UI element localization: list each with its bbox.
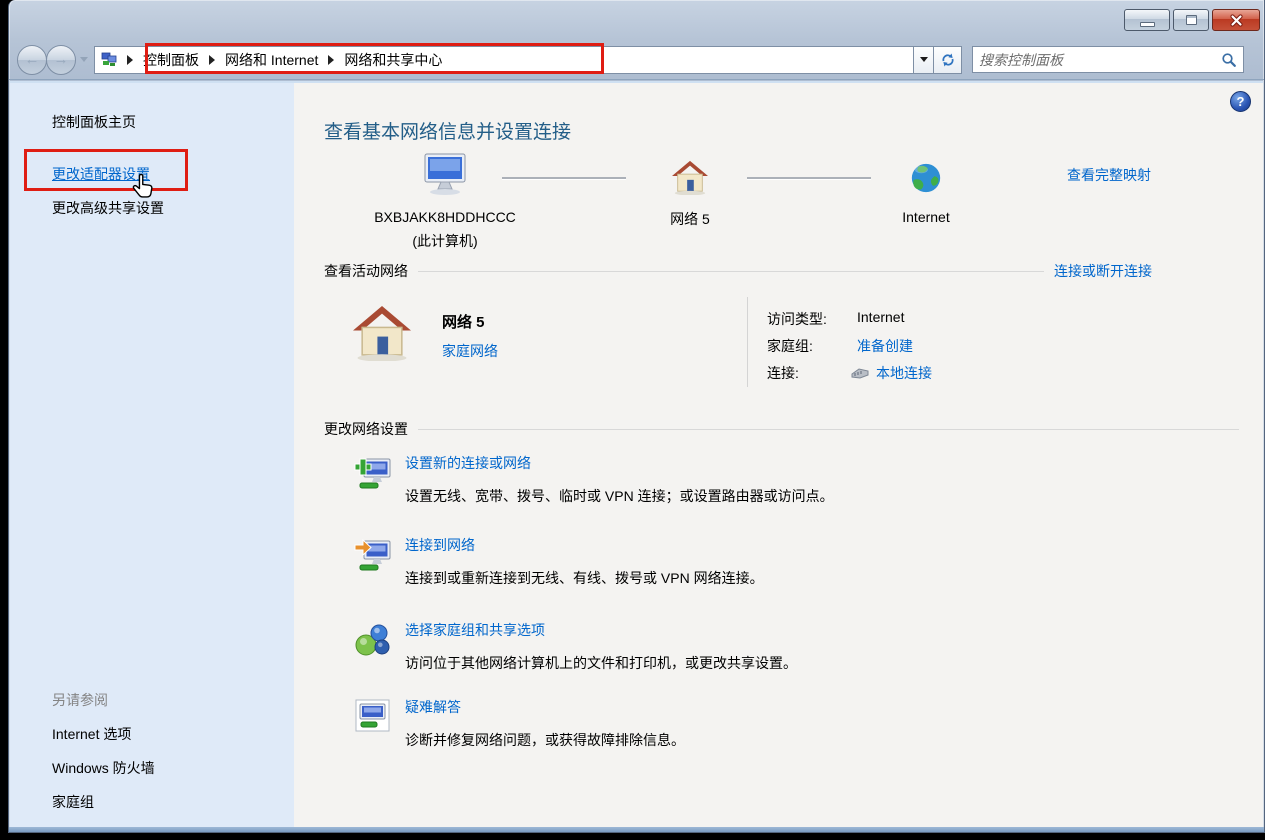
breadcrumb-separator-icon (127, 55, 133, 65)
troubleshoot-link[interactable]: 疑难解答 (405, 699, 461, 715)
recent-pages-chevron-icon[interactable] (80, 57, 88, 62)
task-connect-to-network[interactable]: 连接到网络 连接到或重新连接到无线、有线、拨号或 VPN 网络连接。 (354, 535, 764, 588)
task-troubleshoot[interactable]: 疑难解答 诊断并修复网络问题，或获得故障排除信息。 (354, 697, 685, 750)
connect-to-network-link[interactable]: 连接到网络 (405, 537, 475, 553)
question-mark-icon: ? (1237, 94, 1245, 109)
map-network-label: 网络 5 (640, 209, 740, 229)
address-dropdown-button[interactable] (914, 46, 934, 74)
homegroup-icon (354, 620, 392, 658)
forward-button[interactable]: → (46, 45, 76, 75)
access-type-value: Internet (857, 309, 904, 325)
section-divider (418, 271, 1044, 272)
homegroup-ready-link[interactable]: 准备创建 (857, 336, 913, 356)
setup-new-connection-desc: 设置无线、宽带、拨号、临时或 VPN 连接；或设置路由器或访问点。 (405, 486, 834, 506)
computer-icon (421, 152, 469, 196)
troubleshoot-desc: 诊断并修复网络问题，或获得故障排除信息。 (405, 730, 685, 750)
network-sharing-center-icon (101, 52, 117, 68)
map-internet-node[interactable] (909, 161, 943, 198)
map-internet-label: Internet (876, 209, 976, 225)
local-area-connection-link[interactable]: 本地连接 (876, 363, 932, 383)
breadcrumb-separator-icon (328, 55, 334, 65)
active-network-name: 网络 5 (442, 311, 485, 332)
troubleshoot-icon (354, 697, 392, 735)
main-content: ? 查看基本网络信息并设置连接 BXBJAKK8HDDHCCC (此计算机) (294, 83, 1263, 827)
explorer-window: ← → 控制面板 网络和 Internet 网络和共享中心 (8, 0, 1265, 833)
minimize-icon (1140, 22, 1155, 27)
connect-disconnect-link[interactable]: 连接或断开连接 (1054, 261, 1152, 281)
map-connector-line (502, 177, 626, 179)
search-box[interactable] (972, 46, 1244, 73)
help-button[interactable]: ? (1230, 91, 1251, 112)
house-icon (351, 303, 413, 361)
setup-new-connection-link[interactable]: 设置新的连接或网络 (405, 455, 531, 471)
active-network-divider (747, 297, 748, 387)
map-computer-name: BXBJAKK8HDDHCCC (352, 209, 538, 225)
navigation-bar: ← → 控制面板 网络和 Internet 网络和共享中心 (9, 40, 1264, 80)
breadcrumb-network-sharing-center[interactable]: 网络和共享中心 (344, 50, 442, 70)
sidebar-item-control-panel-home[interactable]: 控制面板主页 (52, 112, 136, 132)
active-networks-header: 查看活动网络 (324, 261, 408, 281)
back-button[interactable]: ← (17, 45, 47, 75)
view-full-map-link[interactable]: 查看完整映射 (1067, 165, 1151, 185)
title-bar[interactable] (9, 0, 1264, 40)
sidebar-item-homegroup[interactable]: 家庭组 (52, 792, 94, 812)
page-title: 查看基本网络信息并设置连接 (324, 117, 571, 144)
sidebar-item-change-adapter-settings[interactable]: 更改适配器设置 (52, 164, 150, 184)
house-icon (671, 159, 709, 195)
breadcrumb-separator-icon (209, 55, 215, 65)
sidebar-item-internet-options[interactable]: Internet 选项 (52, 724, 131, 744)
forward-arrow-icon: → (54, 51, 69, 68)
task-setup-new-connection[interactable]: 设置新的连接或网络 设置无线、宽带、拨号、临时或 VPN 连接；或设置路由器或访… (354, 453, 834, 506)
breadcrumb-network-internet[interactable]: 网络和 Internet (225, 50, 318, 70)
sidebar-item-windows-firewall[interactable]: Windows 防火墙 (52, 758, 155, 778)
search-icon (1221, 52, 1237, 68)
map-network-node[interactable] (671, 159, 709, 198)
minimize-button[interactable] (1124, 9, 1170, 31)
maximize-button[interactable] (1173, 9, 1209, 31)
sidebar: 控制面板主页 更改适配器设置 更改高级共享设置 另请参阅 Internet 选项… (10, 83, 294, 827)
search-input[interactable] (979, 52, 1221, 68)
choose-homegroup-desc: 访问位于其他网络计算机上的文件和打印机，或更改共享设置。 (405, 653, 797, 673)
new-connection-icon (354, 453, 392, 491)
task-choose-homegroup[interactable]: 选择家庭组和共享选项 访问位于其他网络计算机上的文件和打印机，或更改共享设置。 (354, 620, 797, 673)
refresh-button[interactable] (934, 46, 962, 74)
sidebar-item-change-advanced-sharing[interactable]: 更改高级共享设置 (52, 198, 164, 218)
change-settings-header: 更改网络设置 (324, 419, 408, 439)
back-arrow-icon: ← (25, 51, 40, 68)
map-computer-sub: (此计算机) (352, 231, 538, 251)
map-computer-node[interactable] (397, 152, 493, 199)
change-settings-header-row: 更改网络设置 (324, 419, 1249, 439)
section-divider (418, 429, 1239, 430)
map-connector-line (747, 177, 871, 179)
window-bottom-edge (9, 827, 1264, 832)
close-button[interactable] (1212, 9, 1260, 31)
address-bar[interactable]: 控制面板 网络和 Internet 网络和共享中心 (94, 46, 914, 74)
network-type-link[interactable]: 家庭网络 (442, 341, 498, 361)
connections-label: 连接: (767, 363, 799, 383)
close-icon (1230, 14, 1243, 27)
refresh-icon (940, 52, 956, 68)
globe-icon (909, 161, 943, 195)
ethernet-icon (850, 366, 870, 379)
active-networks-header-row: 查看活动网络 连接或断开连接 (324, 261, 1152, 281)
maximize-icon (1186, 15, 1197, 25)
connect-to-network-desc: 连接到或重新连接到无线、有线、拨号或 VPN 网络连接。 (405, 568, 764, 588)
access-type-label: 访问类型: (767, 309, 827, 329)
active-network-icon-wrap (351, 303, 413, 364)
connect-network-icon (354, 535, 392, 573)
see-also-header: 另请参阅 (52, 690, 108, 710)
chevron-down-icon (920, 57, 928, 62)
breadcrumb-control-panel[interactable]: 控制面板 (143, 50, 199, 70)
homegroup-label: 家庭组: (767, 336, 813, 356)
choose-homegroup-link[interactable]: 选择家庭组和共享选项 (405, 622, 545, 638)
